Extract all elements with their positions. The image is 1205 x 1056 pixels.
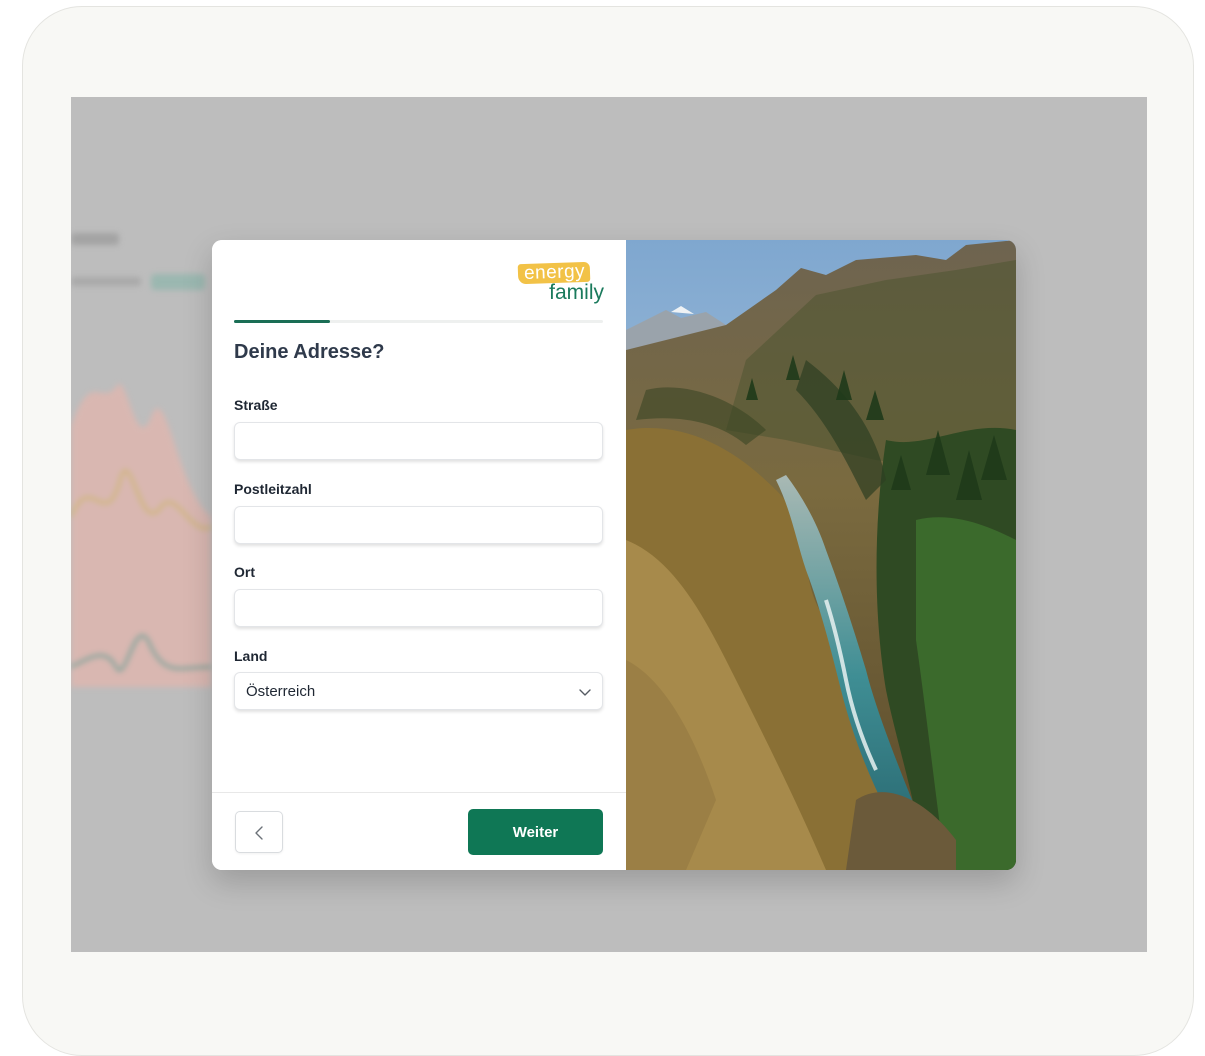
- background-subtitle-placeholder: [71, 277, 141, 286]
- street-label: Straße: [234, 397, 278, 413]
- street-input[interactable]: [234, 422, 603, 460]
- background-badge-placeholder: [151, 274, 205, 290]
- app-screen: energy family Deine Adresse? Straße Post…: [71, 97, 1147, 952]
- mountain-stream-image: [626, 240, 1016, 870]
- back-button[interactable]: [235, 811, 283, 853]
- background-chart: [71, 384, 212, 687]
- progress-bar: [234, 320, 603, 323]
- city-input[interactable]: [234, 589, 603, 627]
- postal-code-input[interactable]: [234, 506, 603, 544]
- city-label: Ort: [234, 564, 255, 580]
- page-title: Deine Adresse?: [234, 341, 385, 363]
- address-dialog: energy family Deine Adresse? Straße Post…: [212, 240, 1016, 870]
- energy-family-logo: energy family: [504, 261, 604, 306]
- form-pane: energy family Deine Adresse? Straße Post…: [212, 240, 626, 870]
- chevron-left-icon: [255, 826, 263, 840]
- background-title-placeholder: [71, 233, 119, 245]
- footer-divider: [212, 792, 626, 793]
- country-label: Land: [234, 648, 268, 664]
- chevron-down-icon: [579, 689, 591, 696]
- landscape-photo: [626, 240, 1016, 870]
- country-select-value: Österreich: [246, 683, 316, 700]
- country-select[interactable]: Österreich: [234, 672, 603, 710]
- logo-family-text: family: [549, 281, 604, 304]
- progress-bar-fill: [234, 320, 330, 323]
- next-button[interactable]: Weiter: [468, 809, 603, 855]
- postal-code-label: Postleitzahl: [234, 481, 312, 497]
